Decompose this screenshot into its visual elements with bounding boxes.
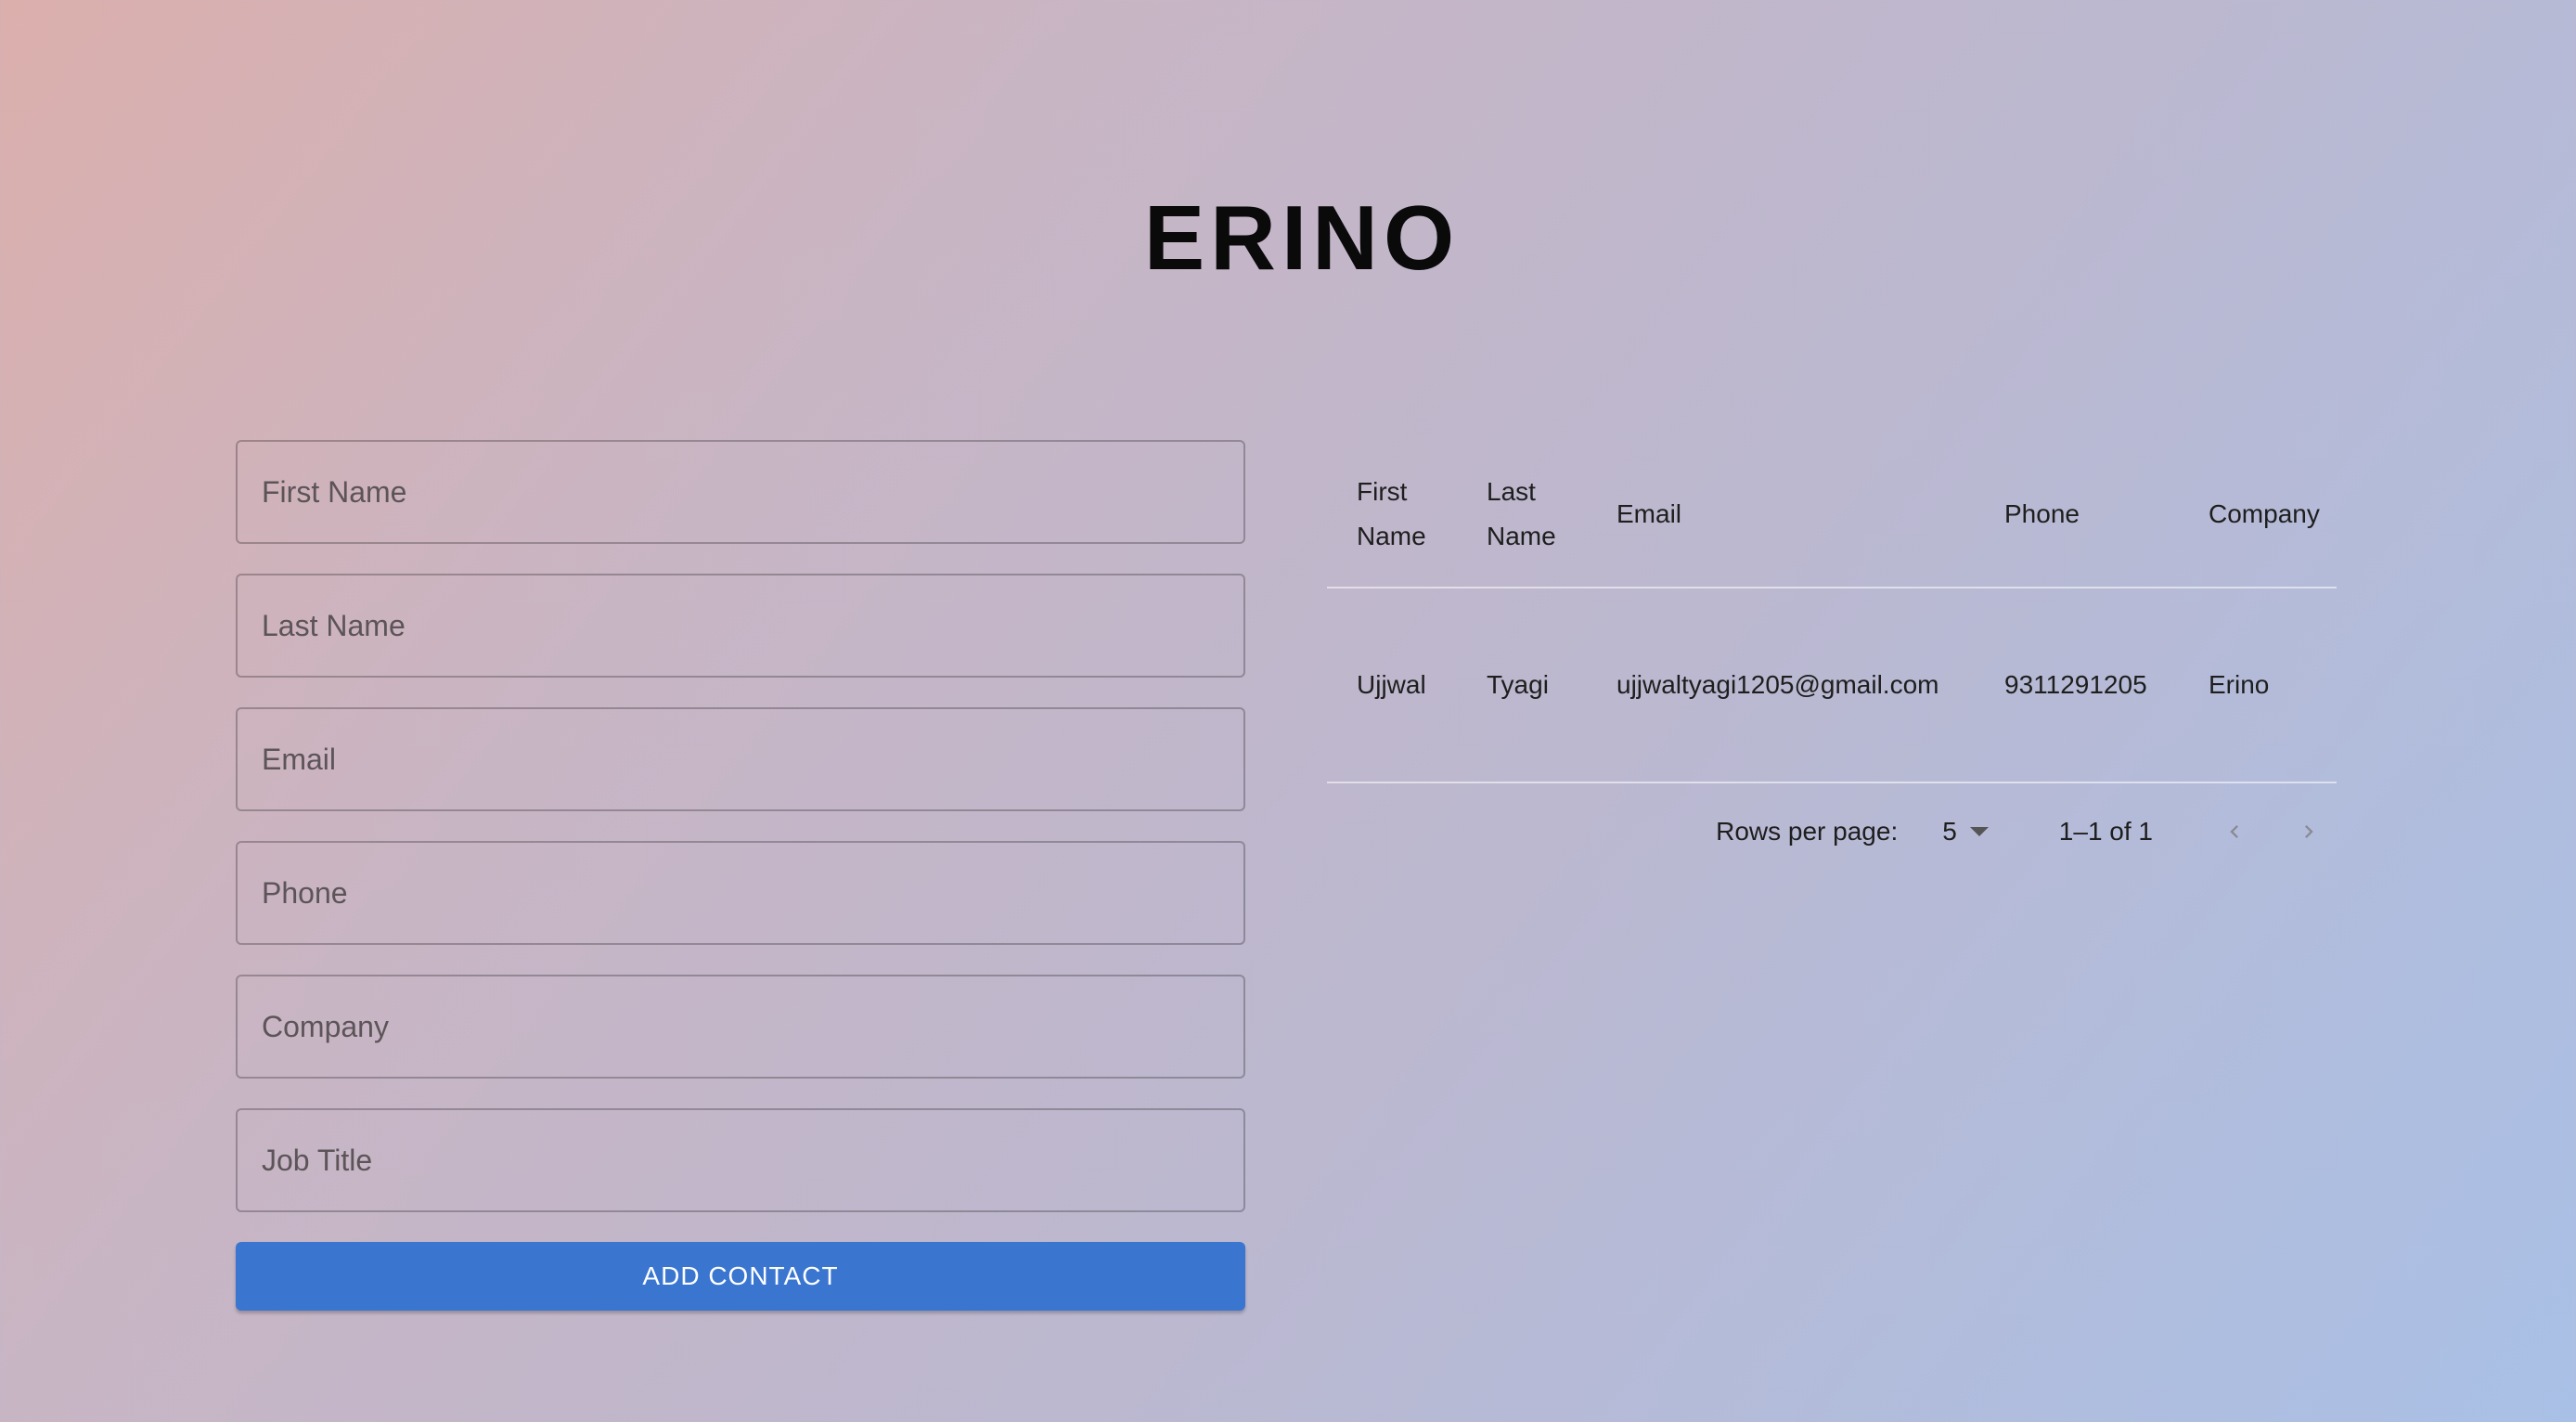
- next-page-button[interactable]: [2281, 804, 2337, 860]
- app-title: ERINO: [1143, 187, 1461, 289]
- cell-first-name: Ujjwal: [1327, 588, 1457, 783]
- header-first-name-line2: Name: [1357, 522, 1426, 550]
- table-body: Ujjwal Tyagi ujjwaltyagi1205@gmail.com 9…: [1327, 588, 2337, 783]
- cell-phone: 9311291205: [1975, 588, 2179, 783]
- company-input[interactable]: [236, 975, 1245, 1079]
- caret-down-icon: [1969, 827, 1989, 836]
- table-header-row: First Name Last Name Email Phone Company: [1327, 442, 2337, 588]
- phone-input[interactable]: [236, 841, 1245, 945]
- contact-form: ADD CONTACT: [236, 440, 1245, 1311]
- cell-email: ujjwaltyagi1205@gmail.com: [1587, 588, 1975, 783]
- header-last-name-line1: Last: [1487, 477, 1536, 506]
- column-header-company: Company: [2179, 442, 2337, 588]
- previous-page-button[interactable]: [2207, 804, 2262, 860]
- chevron-right-icon: [2305, 825, 2313, 838]
- header-first-name-line1: First: [1357, 477, 1408, 506]
- contacts-table-container: First Name Last Name Email Phone Company…: [1327, 442, 2337, 880]
- add-contact-button[interactable]: ADD CONTACT: [236, 1242, 1245, 1311]
- last-name-input[interactable]: [236, 574, 1245, 678]
- cell-last-name: Tyagi: [1457, 588, 1587, 783]
- contacts-table: First Name Last Name Email Phone Company…: [1327, 442, 2337, 783]
- column-header-first-name: First Name: [1327, 442, 1457, 588]
- rows-per-page-value: 5: [1942, 817, 1957, 846]
- header-last-name-line2: Name: [1487, 522, 1556, 550]
- rows-per-page-select[interactable]: 5: [1942, 817, 1989, 847]
- table-row: Ujjwal Tyagi ujjwaltyagi1205@gmail.com 9…: [1327, 588, 2337, 783]
- table-pagination: Rows per page: 5 1–1 of 1: [1327, 783, 2337, 880]
- column-header-last-name: Last Name: [1457, 442, 1587, 588]
- chevron-left-icon: [2230, 825, 2238, 838]
- email-input[interactable]: [236, 707, 1245, 811]
- column-header-email: Email: [1587, 442, 1975, 588]
- table-header: First Name Last Name Email Phone Company: [1327, 442, 2337, 588]
- rows-per-page-label: Rows per page:: [1716, 817, 1899, 846]
- job-title-input[interactable]: [236, 1108, 1245, 1212]
- pagination-range: 1–1 of 1: [2058, 817, 2153, 846]
- first-name-input[interactable]: [236, 440, 1245, 544]
- cell-company: Erino: [2179, 588, 2337, 783]
- column-header-phone: Phone: [1975, 442, 2179, 588]
